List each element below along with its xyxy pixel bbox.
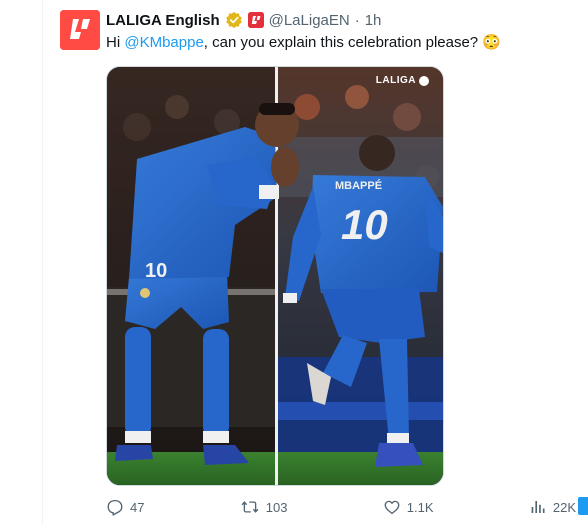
tweet[interactable]: LALIGA English @LaLigaEN · 1h Hi @KMbapp… [42,0,588,525]
like-button[interactable]: 1.1K [383,498,434,516]
verified-badge-icon [225,11,243,29]
retweet-count: 103 [265,499,288,515]
tweet-media[interactable]: 10 MBAPPÉ 10 LALIGA [106,66,444,486]
views-button[interactable]: 22K [529,498,576,516]
reply-count: 47 [130,499,145,515]
avatar[interactable] [60,10,100,50]
tweet-text: Hi @KMbappe, can you explain this celebr… [106,33,574,53]
affiliate-badge-icon [247,12,264,28]
display-name[interactable]: LALIGA English [106,12,220,29]
laliga-watermark-text: LALIGA [375,75,416,86]
like-icon [384,500,400,515]
reply-button[interactable]: 47 [106,498,144,516]
retweet-button[interactable]: 103 [240,498,288,516]
views-count: 22K [552,499,576,515]
celebration-photo: 10 MBAPPÉ 10 [107,67,443,485]
tweet-text-after: , can you explain this celebration pleas… [203,34,501,51]
tweet-text-before: Hi [106,34,125,51]
laliga-watermark: LALIGA [376,75,429,86]
mention-link[interactable]: @KMbappe [124,34,203,51]
handle[interactable]: @LaLigaEN [269,12,350,29]
timestamp[interactable]: 1h [365,12,382,29]
separator-dot: · [354,11,360,29]
left-gutter [0,0,43,525]
laliga-watermark-icon [419,75,429,86]
like-count: 1.1K [406,499,434,515]
views-icon [531,501,545,513]
reply-icon [107,499,123,516]
bookmark-icon[interactable] [578,497,588,515]
retweet-icon [241,501,259,513]
tweet-header: LALIGA English @LaLigaEN · 1h [106,9,381,31]
tweet-actions: 47 103 1.1K 22K [106,494,576,520]
laliga-logo-icon [60,10,100,50]
